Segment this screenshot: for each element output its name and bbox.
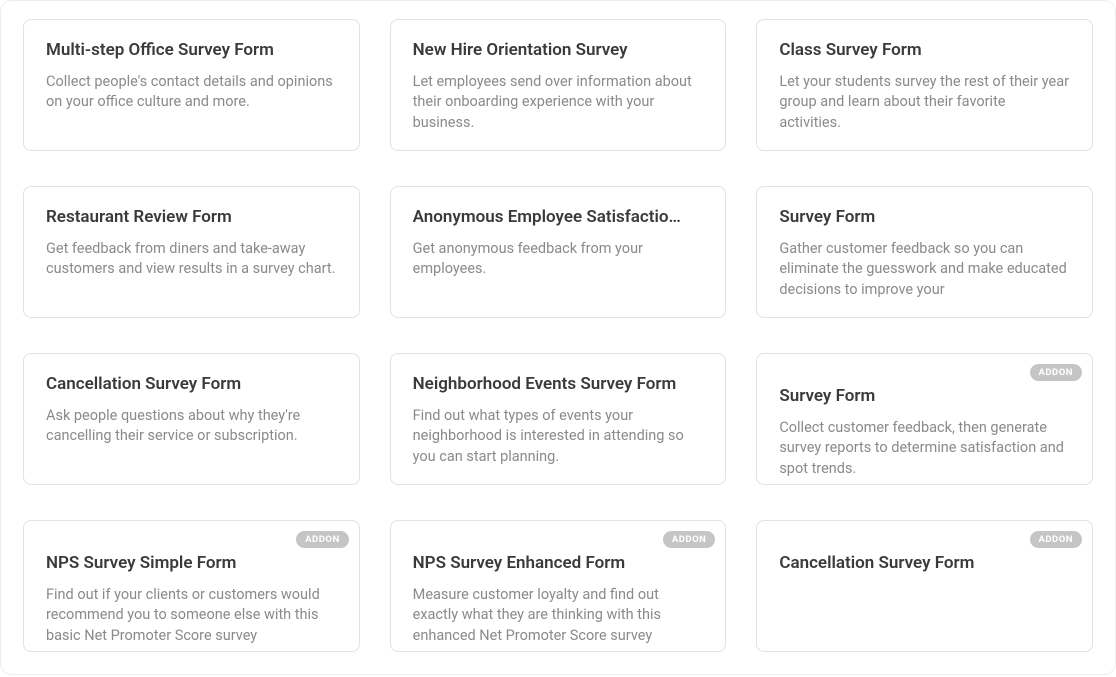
- template-card-desc: Gather customer feedback so you can elim…: [779, 239, 1070, 300]
- template-card[interactable]: Restaurant Review Form Get feedback from…: [23, 186, 360, 318]
- template-card-title: Restaurant Review Form: [46, 207, 337, 227]
- template-card-desc: Measure customer loyalty and find out ex…: [413, 585, 704, 646]
- template-card[interactable]: Multi-step Office Survey Form Collect pe…: [23, 19, 360, 151]
- template-card-desc: Collect people's contact details and opi…: [46, 72, 337, 113]
- addon-badge: ADDON: [296, 531, 348, 548]
- template-card-title: NPS Survey Enhanced Form: [413, 553, 704, 573]
- template-card-title: New Hire Orientation Survey: [413, 40, 704, 60]
- addon-badge: ADDON: [1030, 531, 1082, 548]
- template-card-desc: Ask people questions about why they're c…: [46, 406, 337, 447]
- template-card-title: Survey Form: [779, 207, 1070, 227]
- template-card-desc: Get feedback from diners and take-away c…: [46, 239, 337, 280]
- template-card-desc: Let employees send over information abou…: [413, 72, 704, 133]
- template-card-title: Class Survey Form: [779, 40, 1070, 60]
- template-card-desc: Get anonymous feedback from your employe…: [413, 239, 704, 280]
- addon-badge: ADDON: [663, 531, 715, 548]
- template-card-desc: Collect customer feedback, then generate…: [779, 418, 1070, 479]
- template-card-title: Multi-step Office Survey Form: [46, 40, 337, 60]
- template-card[interactable]: Neighborhood Events Survey Form Find out…: [390, 353, 727, 485]
- template-card[interactable]: Cancellation Survey Form Ask people ques…: [23, 353, 360, 485]
- template-card[interactable]: Anonymous Employee Satisfactio… Get anon…: [390, 186, 727, 318]
- template-card[interactable]: ADDON NPS Survey Simple Form Find out if…: [23, 520, 360, 652]
- template-card-title: Cancellation Survey Form: [779, 553, 1070, 573]
- template-card-desc: Let your students survey the rest of the…: [779, 72, 1070, 133]
- template-card[interactable]: Survey Form Gather customer feedback so …: [756, 186, 1093, 318]
- template-card-title: Neighborhood Events Survey Form: [413, 374, 704, 394]
- template-card-desc: Find out what types of events your neigh…: [413, 406, 704, 467]
- template-grid: Multi-step Office Survey Form Collect pe…: [23, 19, 1093, 652]
- template-card[interactable]: New Hire Orientation Survey Let employee…: [390, 19, 727, 151]
- template-card-title: Survey Form: [779, 386, 1070, 406]
- template-card[interactable]: ADDON Cancellation Survey Form: [756, 520, 1093, 652]
- template-card-title: NPS Survey Simple Form: [46, 553, 337, 573]
- template-card-desc: Find out if your clients or customers wo…: [46, 585, 337, 646]
- addon-badge: ADDON: [1030, 364, 1082, 381]
- template-card-title: Anonymous Employee Satisfactio…: [413, 207, 704, 227]
- template-card-title: Cancellation Survey Form: [46, 374, 337, 394]
- template-card[interactable]: ADDON Survey Form Collect customer feedb…: [756, 353, 1093, 485]
- template-card[interactable]: Class Survey Form Let your students surv…: [756, 19, 1093, 151]
- template-card[interactable]: ADDON NPS Survey Enhanced Form Measure c…: [390, 520, 727, 652]
